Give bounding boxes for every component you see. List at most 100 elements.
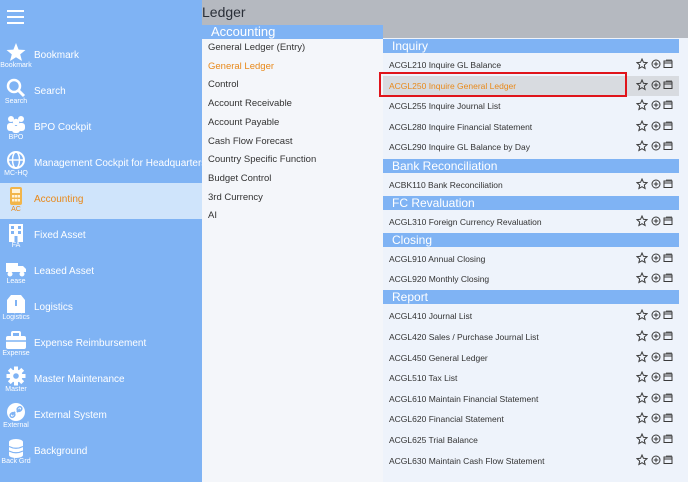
add-circle-icon[interactable] [651,455,661,465]
open-window-icon[interactable] [663,121,673,131]
open-window-icon[interactable] [663,179,673,189]
sidebar-item-leased-asset[interactable]: Lease Leased Asset [0,255,202,291]
database-icon [4,438,28,458]
sidebar-item-abbr: Logistics [2,314,30,321]
subnav-item-budget-control[interactable]: Budget Control [208,173,271,184]
bookmark-star-icon[interactable] [636,272,648,284]
bookmark-star-icon[interactable] [636,330,648,342]
function-row[interactable]: ACGL280 Inquire Financial Statement [383,117,679,137]
bookmark-star-icon[interactable] [636,371,648,383]
add-circle-icon[interactable] [651,141,661,151]
function-row[interactable]: ACGL610 Maintain Financial Statement [383,389,679,409]
sidebar-item-management-cockpit-for-headquarters[interactable]: MC-HQ Management Cockpit for Headquarters [0,147,206,183]
open-window-icon[interactable] [663,393,673,403]
add-circle-icon[interactable] [651,331,661,341]
subnav-item-control[interactable]: Control [208,79,239,90]
sidebar-item-master-maintenance[interactable]: Master Master Maintenance [0,363,202,399]
subnav-item-general-ledger-entry-[interactable]: General Ledger (Entry) [208,42,305,53]
bookmark-star-icon[interactable] [636,350,648,363]
function-row[interactable]: ACGL420 Sales / Purchase Journal List [383,327,679,347]
sidebar-item-abbr: Bookmark [0,62,32,69]
bookmark-star-icon[interactable] [636,453,648,466]
bookmark-star-icon[interactable] [636,99,648,111]
add-circle-icon[interactable] [651,372,661,382]
bookmark-star-icon[interactable] [636,119,648,132]
bookmark-star-icon[interactable] [636,177,648,190]
open-window-icon[interactable] [663,59,673,69]
sidebar-item-search[interactable]: Search Search [0,75,202,111]
open-window-icon[interactable] [663,413,673,423]
open-window-icon[interactable] [663,331,673,341]
subnav-item-cash-flow-forecast[interactable]: Cash Flow Forecast [208,136,292,147]
function-row[interactable]: ACGL290 Inquire GL Balance by Day [383,137,679,157]
bookmark-star-icon[interactable] [636,412,648,424]
subnav-item-ai[interactable]: AI [208,210,217,221]
sidebar-item-accounting[interactable]: AC Accounting [0,183,202,219]
sidebar-item-expense-reimbursement[interactable]: Expense Expense Reimbursement [0,327,202,363]
add-circle-icon[interactable] [651,179,661,189]
accounting-subnav: Accounting General Ledger (Entry) General… [202,25,383,482]
add-circle-icon[interactable] [651,216,661,226]
function-row[interactable]: ACGL630 Maintain Cash Flow Statement [383,451,679,471]
open-window-icon[interactable] [663,455,673,465]
function-row[interactable]: ACGL410 Journal List [383,306,679,326]
function-row[interactable]: ACGL255 Inquire Journal List [383,96,679,116]
subnav-item-country-specific-function[interactable]: Country Specific Function [208,154,316,165]
function-row[interactable]: ACGL450 General Ledger [383,348,679,368]
open-window-icon[interactable] [663,372,673,382]
open-window-icon[interactable] [663,100,673,110]
building-icon [4,222,28,242]
subnav-item-3rd-currency[interactable]: 3rd Currency [208,192,263,203]
add-circle-icon[interactable] [651,59,661,69]
sidebar-item-bookmark[interactable]: Bookmark Bookmark [0,39,202,75]
bookmark-star-icon[interactable] [636,140,648,152]
function-row[interactable]: ACGL910 Annual Closing [383,249,679,269]
add-circle-icon[interactable] [651,121,661,131]
open-window-icon[interactable] [663,253,673,263]
sidebar-item-bpo-cockpit[interactable]: BPO BPO Cockpit [0,111,202,147]
bookmark-star-icon[interactable] [636,309,648,321]
function-row[interactable]: ACGL625 Trial Balance [383,430,679,450]
function-row-label: ACGL310 Foreign Currency Revaluation [389,216,542,227]
function-row[interactable]: ACGL210 Inquire GL Balance [383,55,679,75]
add-circle-icon[interactable] [651,434,661,444]
add-circle-icon[interactable] [651,80,661,90]
function-row[interactable]: ACGL510 Tax List [383,368,679,388]
sidebar-item-abbr: MC-HQ [4,170,28,177]
function-row[interactable]: ACGL920 Monthly Closing [383,269,679,289]
bookmark-star-icon[interactable] [636,78,648,91]
add-circle-icon[interactable] [651,393,661,403]
add-circle-icon[interactable] [651,352,661,362]
add-circle-icon[interactable] [651,413,661,423]
add-circle-icon[interactable] [651,310,661,320]
subnav-item-general-ledger[interactable]: General Ledger [208,61,274,72]
sidebar-item-background[interactable]: Back Grd Background [0,435,202,471]
add-circle-icon[interactable] [651,100,661,110]
function-row[interactable]: ACGL250 Inquire General Ledger [383,75,679,96]
bookmark-star-icon[interactable] [636,391,648,404]
function-row[interactable]: ACBK110 Bank Reconciliation [383,175,679,195]
open-window-icon[interactable] [663,352,673,362]
add-circle-icon[interactable] [651,273,661,283]
box-icon [4,294,28,314]
open-window-icon[interactable] [663,141,673,151]
sidebar-item-external-system[interactable]: External External System [0,399,202,435]
sidebar-item-fixed-asset[interactable]: FA Fixed Asset [0,219,202,255]
bookmark-star-icon[interactable] [636,251,648,264]
sidebar-item-logistics[interactable]: Logistics Logistics [0,291,202,327]
open-window-icon[interactable] [663,310,673,320]
subnav-item-account-payable[interactable]: Account Payable [208,117,279,128]
open-window-icon[interactable] [663,216,673,226]
hamburger-menu-icon[interactable] [7,10,24,24]
subnav-item-account-receivable[interactable]: Account Receivable [208,98,292,109]
bookmark-star-icon[interactable] [636,58,648,70]
function-row[interactable]: ACGL620 Financial Statement [383,409,679,429]
add-circle-icon[interactable] [651,253,661,263]
function-row[interactable]: ACGL310 Foreign Currency Revaluation [383,212,679,232]
open-window-icon[interactable] [663,80,673,90]
bookmark-star-icon[interactable] [636,433,648,445]
bookmark-star-icon[interactable] [636,214,648,227]
open-window-icon[interactable] [663,273,673,283]
open-window-icon[interactable] [663,434,673,444]
function-row-label: ACGL420 Sales / Purchase Journal List [389,332,539,342]
